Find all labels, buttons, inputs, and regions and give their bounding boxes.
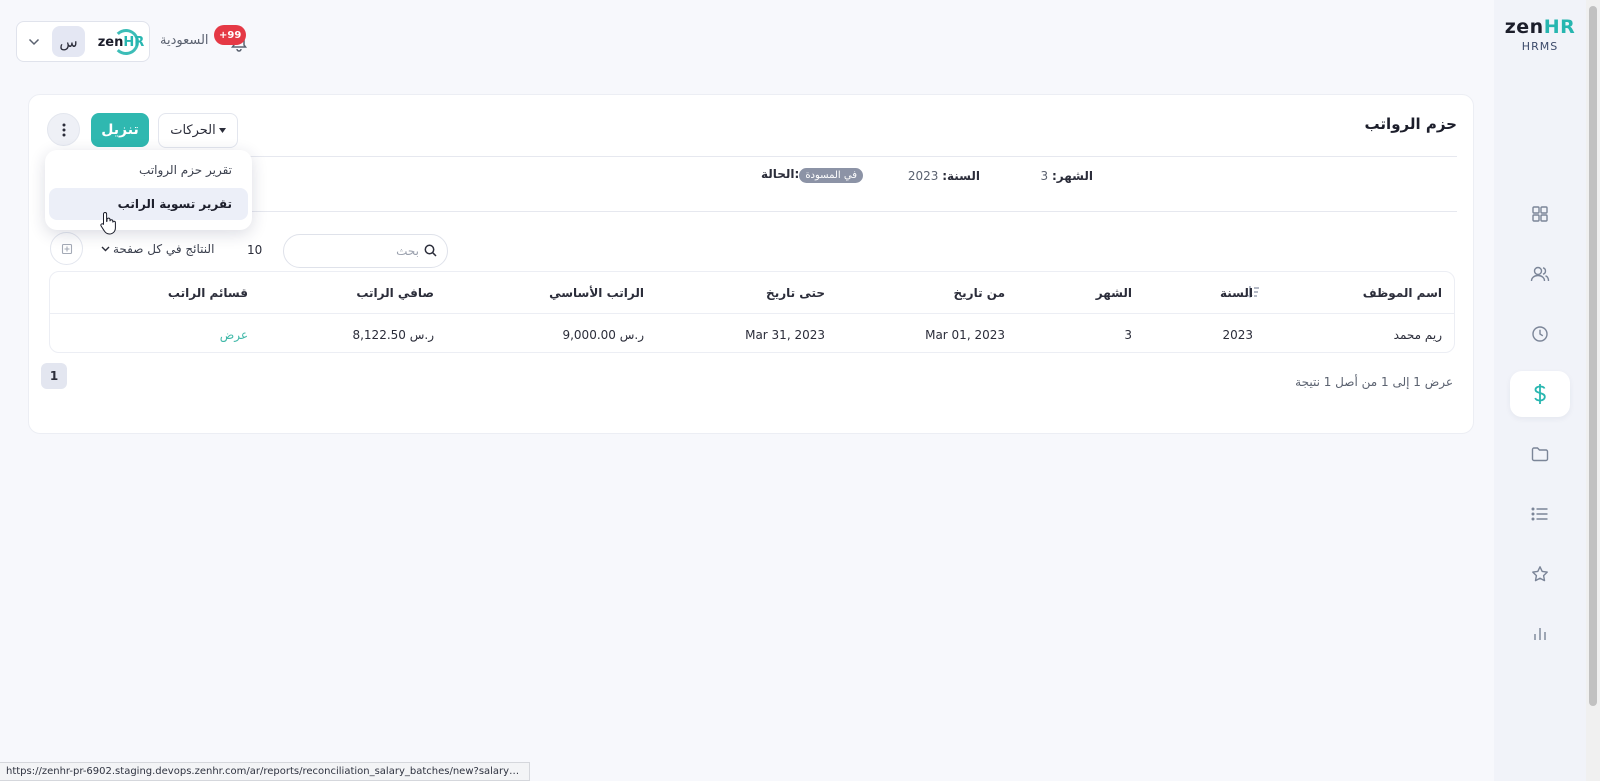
users-icon	[1530, 266, 1550, 282]
star-icon	[1532, 566, 1548, 582]
column-header-net-salary[interactable]: صافي الراتب	[356, 286, 434, 300]
per-page-value[interactable]: 10	[247, 243, 262, 257]
sidebar-item-employees[interactable]	[1510, 251, 1570, 297]
sidebar-item-documents[interactable]	[1510, 431, 1570, 477]
table-header-divider	[50, 313, 1454, 314]
clock-icon	[1532, 326, 1548, 342]
company-logo: zenHR	[98, 29, 144, 55]
results-summary: عرض 1 إلى 1 من أصل 1 نتيجة	[1295, 375, 1453, 389]
dashboard-grid-icon	[1532, 206, 1548, 222]
column-header-month[interactable]: الشهر	[1096, 286, 1132, 300]
sidebar-item-payroll[interactable]	[1510, 371, 1570, 417]
cell-employee[interactable]: ريم محمد	[1394, 328, 1442, 342]
chevron-down-icon	[101, 246, 110, 252]
cell-net-salary: 8,122.50 ر.س	[352, 328, 434, 342]
menu-item-salary-reconciliation-report[interactable]: تقرير تسوية الراتب	[49, 188, 248, 220]
sidebar-item-reports[interactable]	[1510, 611, 1570, 657]
header-divider	[49, 156, 1457, 157]
status-badge: في المسودة	[799, 168, 863, 183]
actions-label: الحركات	[170, 123, 216, 138]
search-input[interactable]	[292, 242, 419, 260]
scrollbar-thumb[interactable]	[1589, 6, 1597, 706]
browser-status-url: https://zenhr-pr-6902.staging.devops.zen…	[0, 762, 530, 781]
info-status: الحالة: في المسودة	[761, 167, 867, 183]
bar-chart-icon	[1534, 628, 1546, 640]
cell-year: 2023	[1222, 328, 1253, 342]
page-scrollbar[interactable]	[1586, 0, 1600, 781]
sidebar: zenHR HRMS	[1494, 0, 1586, 781]
hand-cursor-icon	[100, 211, 116, 235]
cell-to-date: Mar 31, 2023	[745, 328, 825, 342]
column-header-from-date[interactable]: من تاريخ	[954, 286, 1005, 300]
caret-down-icon	[218, 128, 226, 133]
sidebar-item-dashboard[interactable]	[1510, 191, 1570, 237]
info-year: السنة: 2023	[907, 169, 980, 183]
download-button[interactable]: تنزيل	[91, 113, 149, 147]
info-divider	[49, 211, 1457, 212]
page-title: حزم الرواتب	[1364, 115, 1457, 133]
column-header-payslips[interactable]: قسائم الراتب	[168, 286, 248, 300]
chevron-down-icon[interactable]	[25, 33, 43, 51]
notifications-badge[interactable]: +99	[214, 25, 247, 45]
sidebar-item-requests[interactable]	[1510, 491, 1570, 537]
info-month: الشهر: 3	[1040, 169, 1093, 183]
avatar[interactable]: س	[52, 26, 85, 57]
cell-from-date: Mar 01, 2023	[925, 328, 1005, 342]
user-company-switcher[interactable]: س zenHR	[16, 21, 150, 62]
folder-icon	[1531, 447, 1549, 462]
salary-batches-card: حزم الرواتب تنزيل الحركات الشهر: 3 السنة…	[28, 94, 1474, 434]
logo-wordmark: zenHR	[1504, 16, 1576, 38]
sidebar-item-attendance[interactable]	[1510, 311, 1570, 357]
column-header-employee[interactable]: اسم الموظف	[1363, 286, 1442, 300]
logo-subtitle: HRMS	[1521, 40, 1559, 53]
cell-month: 3	[1124, 328, 1132, 342]
kebab-menu-icon	[62, 123, 65, 136]
country-selector[interactable]: السعودية	[160, 33, 209, 48]
more-options-menu: تقرير حزم الرواتب تقرير تسوية الراتب	[45, 150, 252, 230]
column-header-to-date[interactable]: حتى تاريخ	[766, 286, 825, 300]
column-header-year[interactable]: السنة	[1220, 286, 1253, 300]
dollar-icon	[1534, 384, 1546, 404]
menu-item-salary-batches-report[interactable]: تقرير حزم الرواتب	[49, 154, 248, 186]
per-page-selector[interactable]: النتائج في كل صفحة	[101, 242, 214, 256]
actions-dropdown-button[interactable]: الحركات	[158, 113, 238, 148]
export-button[interactable]	[50, 232, 83, 265]
search-box[interactable]	[283, 234, 448, 268]
pagination-page-1[interactable]: 1	[41, 363, 67, 389]
cell-basic-salary: 9,000.00 ر.س	[562, 328, 644, 342]
column-header-basic-salary[interactable]: الراتب الأساسي	[549, 286, 644, 300]
salary-batches-table: اسم الموظف السنة الشهر من تاريخ حتى تاري…	[49, 271, 1455, 353]
app-logo[interactable]: zenHR HRMS	[1494, 16, 1586, 53]
per-page-label: النتائج في كل صفحة	[113, 242, 215, 256]
export-icon	[61, 243, 72, 254]
more-options-button[interactable]	[47, 113, 80, 146]
list-icon	[1531, 507, 1548, 521]
view-payslips-link[interactable]: عرض	[220, 328, 248, 342]
search-icon	[424, 244, 437, 257]
sidebar-item-performance[interactable]	[1510, 551, 1570, 597]
